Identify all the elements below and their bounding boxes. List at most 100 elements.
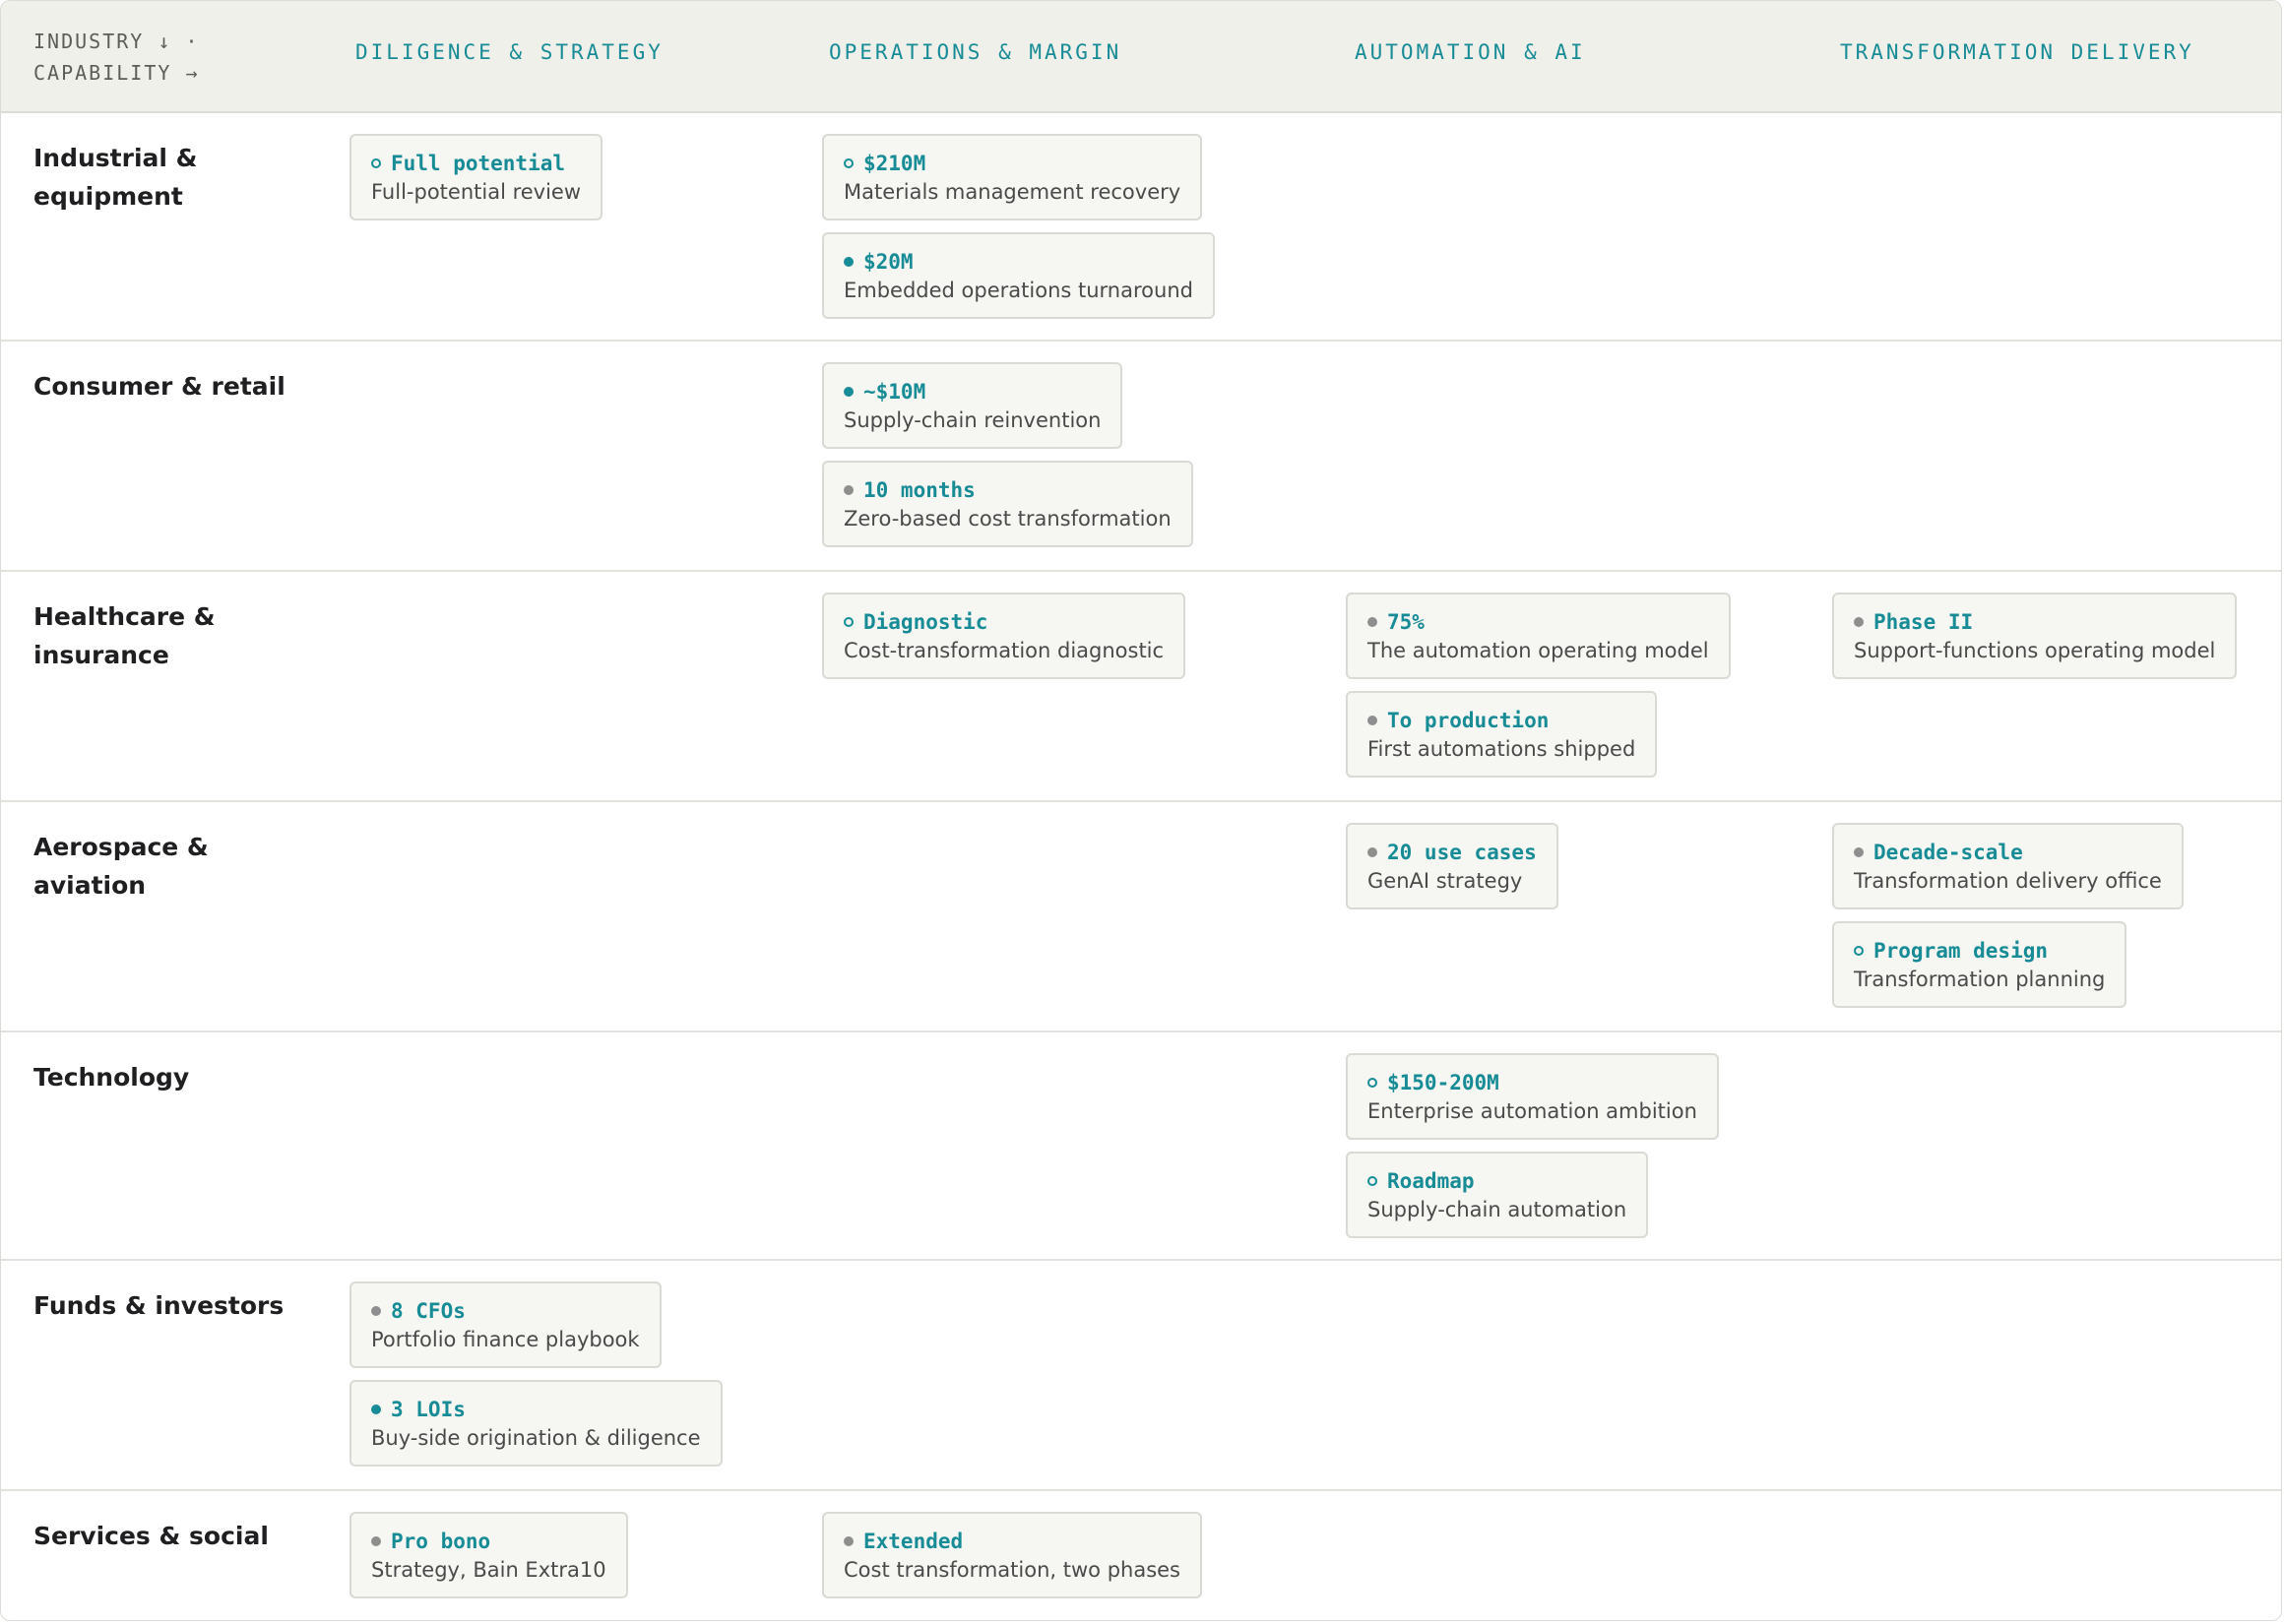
engagement-card[interactable]: Decade-scale Transformation delivery offi… (1832, 823, 2184, 909)
card-metric-text: $20M (863, 250, 914, 274)
matrix-row: Funds & investors 8 CFOs Portfolio finance… (1, 1261, 2281, 1491)
engagement-card[interactable]: $210M Materials management recovery (822, 134, 1203, 220)
status-dot-icon (1367, 847, 1377, 857)
matrix-row: Technology $150-200M Enterprise automation… (1, 1032, 2281, 1261)
card-description: Supply-chain automation (1367, 1198, 1627, 1221)
card-metric: Program design (1854, 937, 2105, 965)
engagement-card[interactable]: 8 CFOs Portfolio finance playbook (349, 1281, 662, 1368)
row-label: Technology (33, 1063, 190, 1092)
card-metric: Extended (844, 1528, 1180, 1555)
engagement-card[interactable]: Roadmap Supply-chain automation (1346, 1152, 1649, 1238)
engagement-card[interactable]: Program design Transformation planning (1832, 921, 2127, 1008)
card-description: First automations shipped (1367, 737, 1636, 761)
card-metric-text: ~$10M (863, 380, 926, 404)
card-metric-text: Decade-scale (1873, 841, 2023, 864)
card-metric-text: To production (1387, 709, 1550, 732)
row-label: Services & social (33, 1522, 269, 1550)
axis-legend-industry: INDUSTRY ↓ · (33, 30, 200, 53)
card-metric-text: $150-200M (1387, 1071, 1499, 1094)
card-metric: $210M (844, 150, 1180, 177)
cell-operations: Diagnostic Cost-transformation diagnostic (822, 593, 1186, 691)
engagement-card[interactable]: Diagnostic Cost-transformation diagnostic (822, 593, 1186, 679)
card-metric: Decade-scale (1854, 839, 2162, 866)
card-metric: 20 use cases (1367, 839, 1537, 866)
card-description: Support-functions operating model (1854, 639, 2216, 662)
status-dot-icon (844, 158, 854, 168)
card-metric: 75% (1367, 608, 1709, 636)
card-metric-text: Pro bono (391, 1530, 491, 1553)
card-metric: Pro bono (371, 1528, 606, 1555)
card-description: Portfolio finance playbook (371, 1328, 640, 1351)
column-header-diligence: DILIGENCE & STRATEGY (355, 40, 664, 64)
card-metric-text: 8 CFOs (391, 1299, 466, 1323)
cell-operations: $210M Materials management recovery $20M Em… (822, 134, 1215, 331)
card-metric: Full potential (371, 150, 581, 177)
matrix-row: Consumer & retail ~$10M Supply-chain reinv… (1, 342, 2281, 572)
card-description: GenAI strategy (1367, 869, 1523, 893)
status-dot-icon (1367, 1176, 1377, 1186)
engagement-card[interactable]: 20 use cases GenAI strategy (1346, 823, 1558, 909)
card-description: Materials management recovery (844, 180, 1181, 204)
engagement-card[interactable]: 3 LOIs Buy-side origination & diligence (349, 1380, 723, 1467)
status-dot-icon (844, 1536, 854, 1546)
status-dot-icon (371, 1405, 381, 1414)
card-description: Cost transformation, two phases (844, 1558, 1180, 1582)
matrix-row: Aerospace & aviation 20 use cases GenAI st… (1, 802, 2281, 1032)
matrix-row: Industrial & equipment Full potential Full… (1, 113, 2281, 342)
axis-legend: INDUSTRY ↓ · CAPABILITY → (33, 26, 200, 89)
card-metric-text: Phase II (1873, 610, 1974, 634)
card-metric-text: Extended (863, 1530, 964, 1553)
engagement-card[interactable]: To production First automations shipped (1346, 691, 1658, 778)
card-metric-text: 20 use cases (1387, 841, 1537, 864)
cell-operations: Extended Cost transformation, two phases (822, 1512, 1202, 1610)
status-dot-icon (1854, 946, 1864, 956)
status-dot-icon (844, 485, 854, 495)
status-dot-icon (1367, 716, 1377, 725)
card-metric-text: Roadmap (1387, 1169, 1475, 1193)
card-metric: 3 LOIs (371, 1396, 701, 1423)
matrix-row: Healthcare & insurance Diagnostic Cost-tra… (1, 572, 2281, 802)
card-metric-text: Program design (1873, 939, 2049, 963)
engagement-card[interactable]: Phase II Support-functions operating mode… (1832, 593, 2238, 679)
engagement-card[interactable]: $20M Embedded operations turnaround (822, 232, 1215, 319)
card-metric: 10 months (844, 476, 1172, 504)
card-metric: To production (1367, 707, 1635, 734)
cell-diligence: Full potential Full-potential review (349, 134, 603, 232)
column-header-transformation: TRANSFORMATION DELIVERY (1840, 40, 2194, 64)
cell-automation: 20 use cases GenAI strategy (1346, 823, 1558, 921)
status-dot-icon (371, 1306, 381, 1316)
card-description: Buy-side origination & diligence (371, 1426, 701, 1450)
row-label: Consumer & retail (33, 372, 286, 401)
card-metric-text: 3 LOIs (391, 1398, 466, 1421)
card-metric-text: 75% (1387, 610, 1425, 634)
card-description: Strategy, Bain Extra10 (371, 1558, 606, 1582)
card-metric: Phase II (1854, 608, 2215, 636)
status-dot-icon (1367, 617, 1377, 627)
status-dot-icon (1854, 617, 1864, 627)
card-metric: Roadmap (1367, 1167, 1626, 1195)
cell-diligence: Pro bono Strategy, Bain Extra10 (349, 1512, 628, 1610)
cell-automation: 75% The automation operating model To prod… (1346, 593, 1731, 789)
card-description: Embedded operations turnaround (844, 279, 1193, 302)
status-dot-icon (844, 387, 854, 397)
card-description: Supply-chain reinvention (844, 408, 1102, 432)
engagement-card[interactable]: Extended Cost transformation, two phases (822, 1512, 1202, 1598)
status-dot-icon (1367, 1078, 1377, 1088)
status-dot-icon (844, 617, 854, 627)
engagement-card[interactable]: 75% The automation operating model (1346, 593, 1731, 679)
status-dot-icon (844, 257, 854, 267)
engagement-card[interactable]: Pro bono Strategy, Bain Extra10 (349, 1512, 628, 1598)
engagement-card[interactable]: 10 months Zero-based cost transformation (822, 461, 1193, 547)
card-description: Zero-based cost transformation (844, 507, 1172, 531)
status-dot-icon (371, 1536, 381, 1546)
card-description: Cost-transformation diagnostic (844, 639, 1165, 662)
engagement-card[interactable]: ~$10M Supply-chain reinvention (822, 362, 1123, 449)
card-metric: ~$10M (844, 378, 1101, 406)
card-metric-text: Diagnostic (863, 610, 988, 634)
engagement-card[interactable]: Full potential Full-potential review (349, 134, 603, 220)
row-label: Aerospace & aviation (33, 833, 209, 900)
card-metric-text: $210M (863, 152, 926, 175)
capability-matrix: INDUSTRY ↓ · CAPABILITY → DILIGENCE & ST… (0, 0, 2282, 1621)
status-dot-icon (371, 158, 381, 168)
engagement-card[interactable]: $150-200M Enterprise automation ambition (1346, 1053, 1719, 1140)
